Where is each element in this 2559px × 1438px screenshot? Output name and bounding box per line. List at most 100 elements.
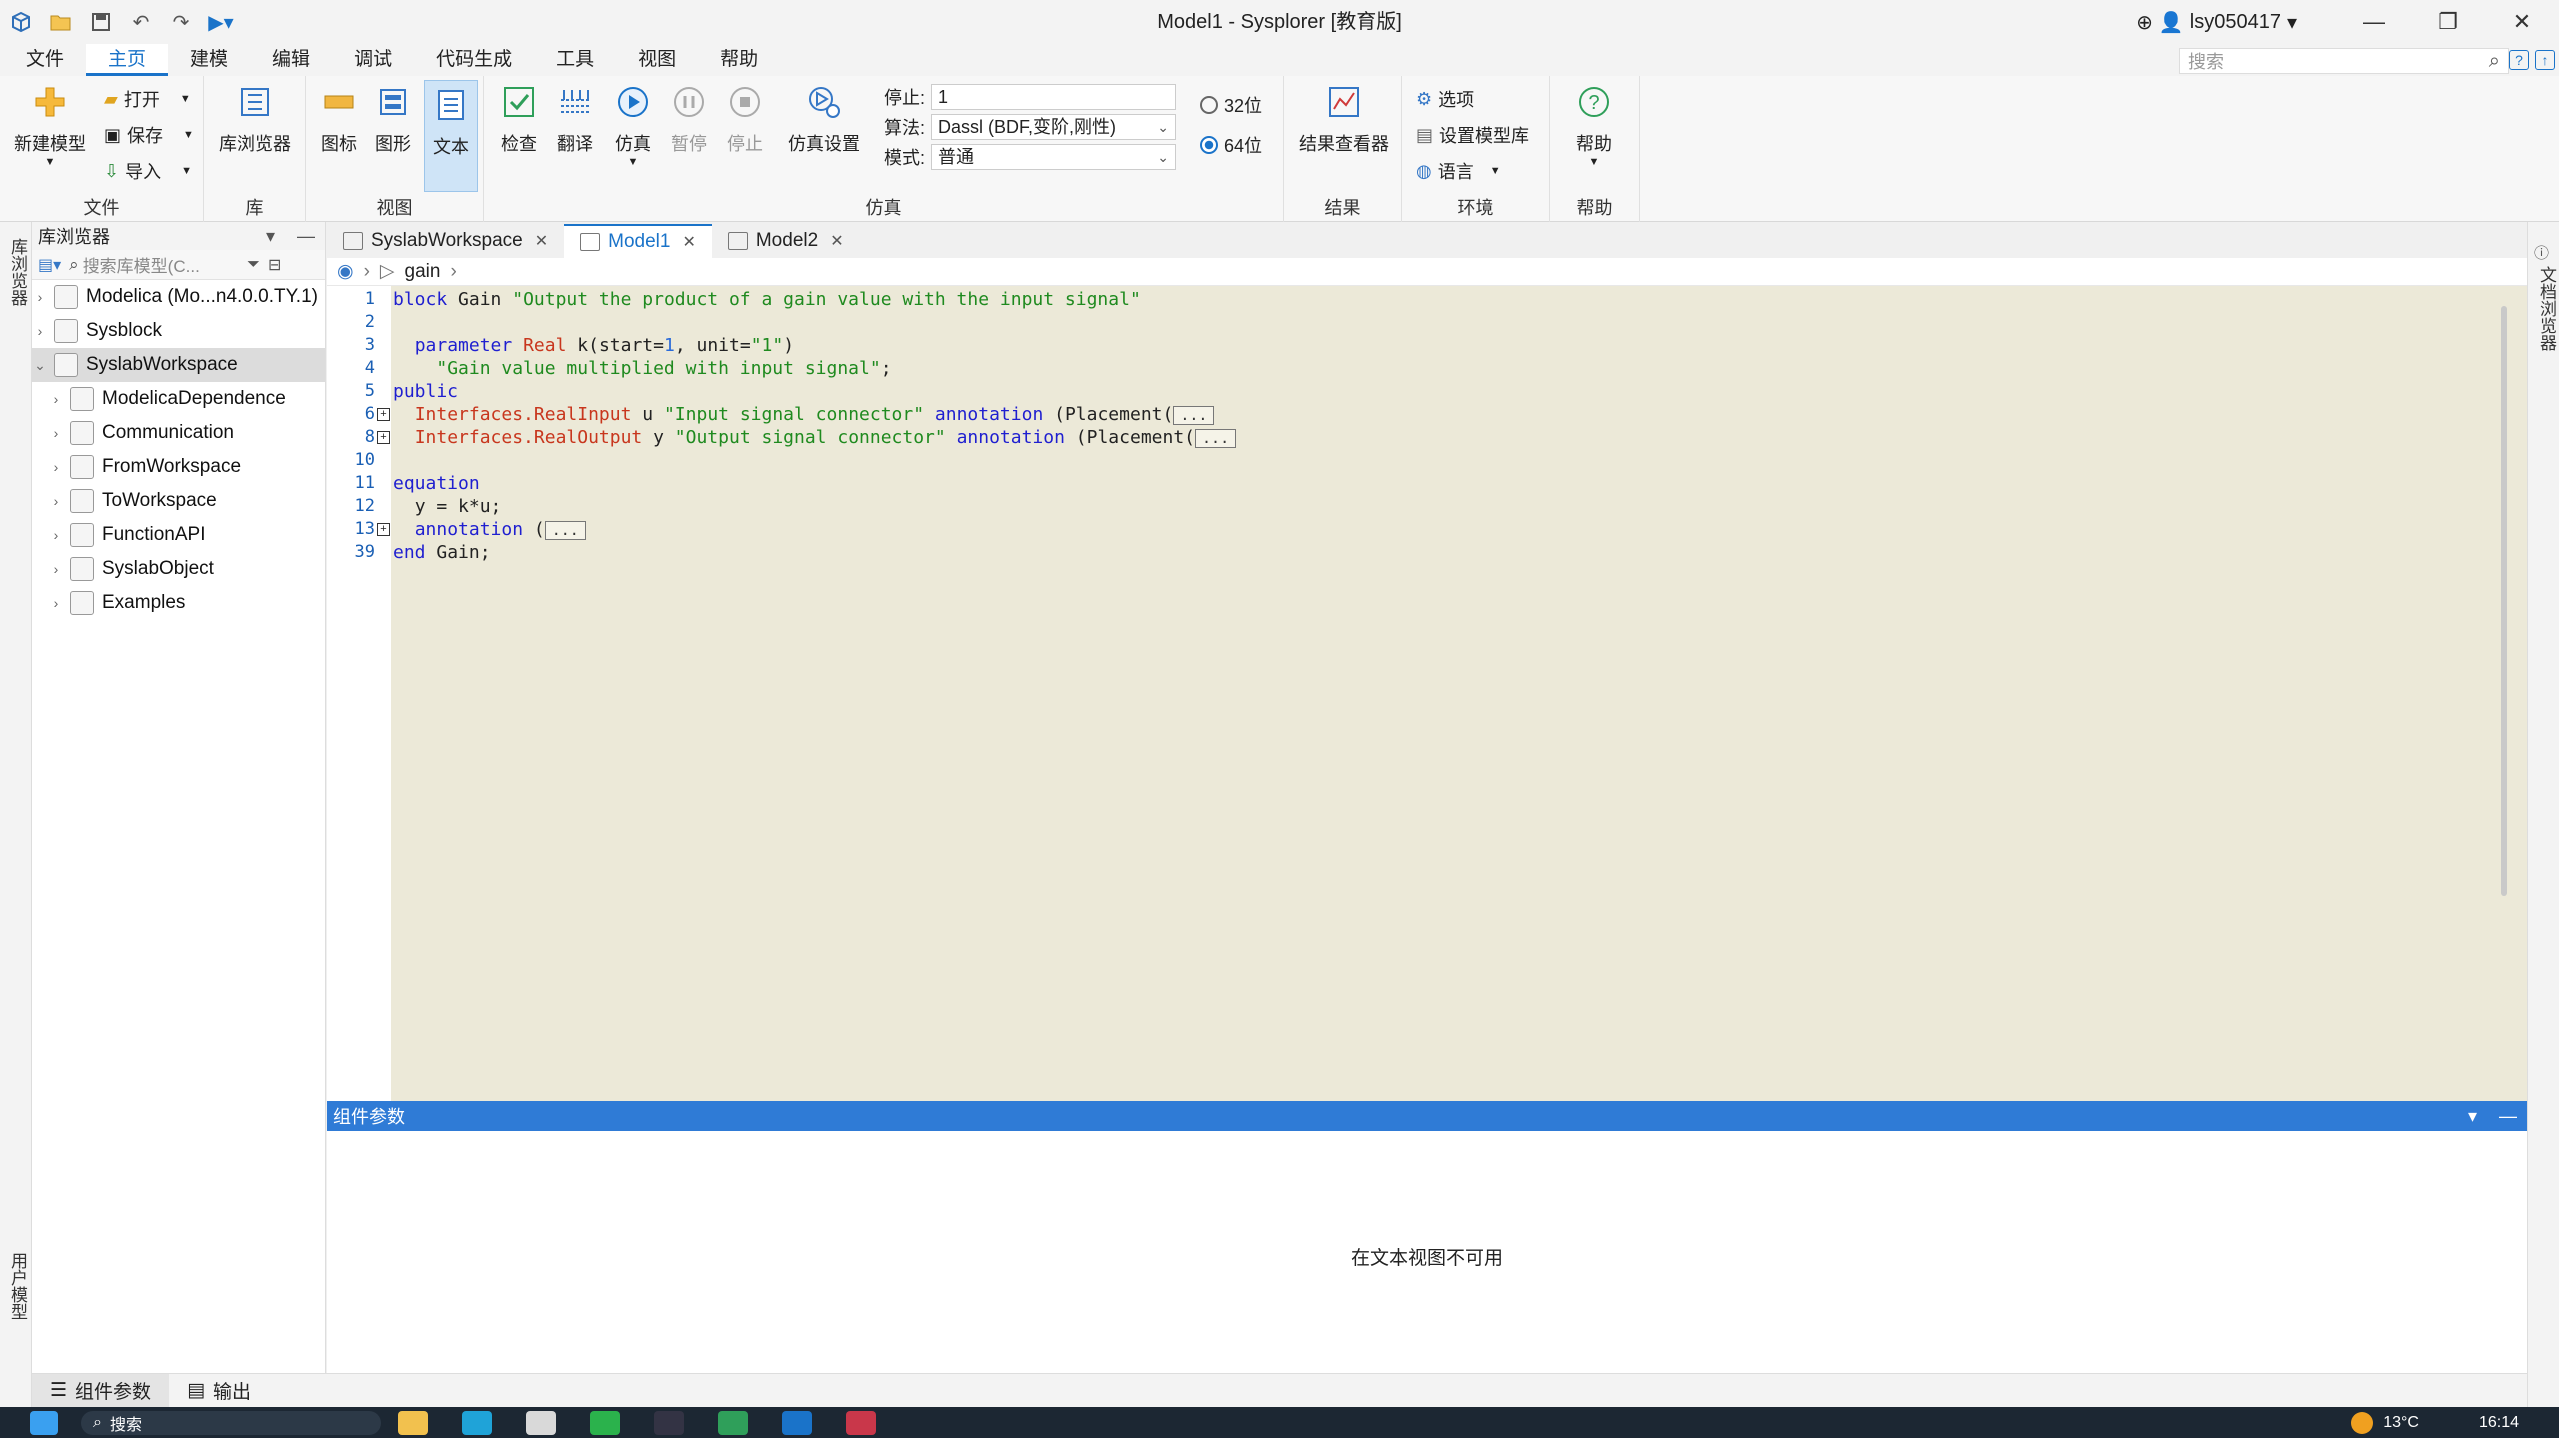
check-button[interactable]: 检查 <box>494 82 544 156</box>
mode-select[interactable]: 普通 ⌄ <box>931 144 1177 170</box>
result-viewer-button[interactable]: 结果查看器 <box>1296 82 1392 156</box>
chevron-right-icon[interactable]: › <box>48 425 64 441</box>
menu-tools[interactable]: 工具 <box>534 44 616 76</box>
store-icon[interactable] <box>526 1410 556 1435</box>
menu-edit[interactable]: 编辑 <box>250 44 332 76</box>
search-input[interactable]: 搜索 ⌕ <box>2179 48 2509 74</box>
menu-view[interactable]: 视图 <box>616 44 698 76</box>
close-button[interactable]: ✕ <box>2485 0 2559 44</box>
chevron-right-icon[interactable]: › <box>48 493 64 509</box>
tree-item[interactable]: › ToWorkspace <box>32 484 325 518</box>
icon-view-button[interactable]: 图标 <box>314 82 364 156</box>
sim-settings-button[interactable]: 仿真设置 <box>784 82 864 156</box>
tab-syslabworkspace[interactable]: SyslabWorkspace ✕ <box>327 224 564 258</box>
radio-32bit[interactable]: 32位 <box>1200 92 1262 118</box>
run-dropdown-icon[interactable]: ▶▾ <box>208 9 234 35</box>
code-editor[interactable]: 1 2 3 4 5 6 8 10 11 12 13 39 + + + block… <box>327 286 2527 1101</box>
breadcrumb-item[interactable]: gain <box>405 261 441 283</box>
chevron-down-icon[interactable]: ▾ <box>2468 1106 2477 1127</box>
sysplorer-taskbar-icon[interactable] <box>846 1410 876 1435</box>
language-button[interactable]: ◍ 语言 ▼ <box>1416 158 1501 184</box>
radio-64bit[interactable]: 64位 <box>1200 132 1262 158</box>
tree-item[interactable]: › ModelicaDependence <box>32 382 325 416</box>
chevron-right-icon[interactable]: › <box>32 323 48 339</box>
tree-item[interactable]: › Modelica (Mo...n4.0.0.TY.1) <box>32 280 325 314</box>
menu-codegen[interactable]: 代码生成 <box>414 44 534 76</box>
radio-32bit-indicator[interactable] <box>1200 96 1218 114</box>
collapsed-block[interactable]: ... <box>1173 406 1215 425</box>
model-lib-button[interactable]: ▤ 设置模型库 <box>1416 122 1529 148</box>
chevron-right-icon[interactable]: › <box>48 595 64 611</box>
expand-fold-icon[interactable]: + <box>377 408 390 421</box>
stop-button[interactable]: 停止 <box>720 82 770 156</box>
collapsed-block[interactable]: ... <box>1195 429 1237 448</box>
open-button[interactable]: ▰ 打开 ▼ <box>104 86 191 112</box>
tree-item[interactable]: ⌄ SyslabWorkspace <box>32 348 325 382</box>
radio-64bit-indicator[interactable] <box>1200 136 1218 154</box>
chevron-right-icon[interactable]: › <box>48 561 64 577</box>
tree-item[interactable]: › Communication <box>32 416 325 450</box>
collapsed-block[interactable]: ... <box>544 521 586 540</box>
import-button[interactable]: ⇩ 导入 ▼ <box>104 158 192 184</box>
expand-fold-icon[interactable]: + <box>377 523 390 536</box>
restore-button[interactable]: ❐ <box>2411 0 2485 44</box>
menu-home[interactable]: 主页 <box>86 44 169 76</box>
diagram-view-button[interactable]: 图形 <box>368 82 418 156</box>
tree-item[interactable]: › FunctionAPI <box>32 518 325 552</box>
taskbar-search[interactable]: ⌕ 搜索 <box>81 1410 381 1435</box>
chevron-right-icon[interactable]: › <box>32 289 48 305</box>
close-icon[interactable]: ✕ <box>535 231 548 251</box>
new-model-button[interactable]: 新建模型 ▼ <box>10 82 90 168</box>
upload-icon[interactable]: ↑ <box>2535 50 2555 70</box>
user-menu[interactable]: ⊕ 👤 lsy050417 ▾ <box>2136 10 2297 35</box>
chevron-right-icon[interactable]: › <box>48 459 64 475</box>
bottom-tab-params[interactable]: ☰ 组件参数 <box>32 1373 170 1408</box>
redo-icon[interactable]: ↷ <box>168 9 194 35</box>
close-icon[interactable]: ✕ <box>682 232 695 252</box>
translate-button[interactable]: 翻译 <box>550 82 600 156</box>
home-icon[interactable]: ◉ <box>337 260 354 283</box>
collapse-all-icon[interactable]: ⊟ <box>268 255 281 275</box>
pause-button[interactable]: 暂停 <box>664 82 714 156</box>
save-button[interactable]: ▣ 保存 ▼ <box>104 122 194 148</box>
user-models-side-tab[interactable]: 用户模型 <box>5 1252 30 1320</box>
options-button[interactable]: ⚙ 选项 <box>1416 86 1474 112</box>
bottom-tab-output[interactable]: ▤ 输出 <box>169 1374 269 1408</box>
app-icon[interactable] <box>654 1410 684 1435</box>
menu-debug[interactable]: 调试 <box>332 44 414 76</box>
menu-help[interactable]: 帮助 <box>698 44 780 76</box>
tree-item[interactable]: › Examples <box>32 586 325 620</box>
chat-app-icon[interactable] <box>590 1410 620 1435</box>
download-icon[interactable]: ⊕ <box>2136 10 2153 35</box>
help-circle-icon[interactable]: ? <box>2509 50 2529 70</box>
chevron-down-icon[interactable]: ⌄ <box>32 357 48 374</box>
chevron-right-icon[interactable]: › <box>48 527 64 543</box>
filter-icon[interactable]: ⏷ <box>247 256 260 274</box>
tab-model1[interactable]: Model1 ✕ <box>564 224 712 258</box>
start-icon[interactable] <box>30 1410 58 1435</box>
tree-item[interactable]: › FromWorkspace <box>32 450 325 484</box>
doc-browser-side-tab[interactable]: 文档浏览器 <box>2534 266 2559 351</box>
tab-model2[interactable]: Model2 ✕ <box>712 224 860 258</box>
algorithm-select[interactable]: Dassl (BDF,变阶,刚性) ⌄ <box>931 114 1177 140</box>
simulate-button[interactable]: 仿真 ▼ <box>608 82 658 168</box>
chevron-down-icon[interactable]: ▾ <box>266 226 275 247</box>
app-icon[interactable] <box>782 1410 812 1435</box>
minimize-panel-icon[interactable]: — <box>2499 1106 2517 1127</box>
expand-fold-icon[interactable]: + <box>377 431 390 444</box>
vertical-scrollbar[interactable] <box>2501 306 2507 896</box>
tree-item[interactable]: › SyslabObject <box>32 552 325 586</box>
stop-time-input[interactable]: 1 <box>931 84 1177 110</box>
open-folder-icon[interactable] <box>48 9 74 35</box>
view-mode-icon[interactable]: ▤▾ <box>38 255 61 275</box>
close-icon[interactable]: ✕ <box>830 231 843 251</box>
minimize-button[interactable]: — <box>2337 0 2411 44</box>
browser-icon[interactable] <box>462 1410 492 1435</box>
info-icon[interactable]: ⓘ <box>2534 242 2549 263</box>
save-icon[interactable] <box>88 9 114 35</box>
search-icon[interactable]: ⌕ <box>2489 50 2500 73</box>
menu-file[interactable]: 文件 <box>4 44 86 76</box>
menu-modeling[interactable]: 建模 <box>168 44 250 76</box>
library-browser-button[interactable]: 库浏览器 <box>214 82 296 156</box>
help-button[interactable]: ? 帮助 ▼ <box>1564 82 1624 168</box>
